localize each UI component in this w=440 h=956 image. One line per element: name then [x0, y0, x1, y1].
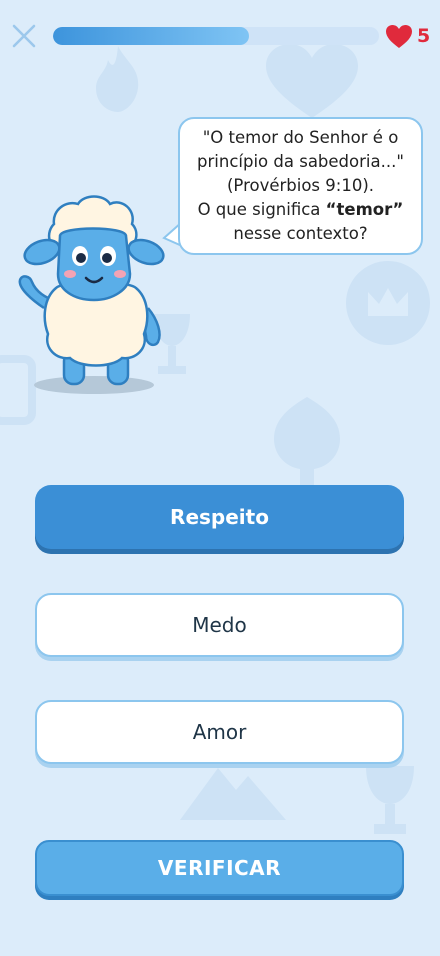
question-line-4-prefix: O que significa [197, 200, 326, 219]
verify-button-label: VERIFICAR [157, 856, 282, 880]
option-label: Medo [192, 613, 247, 637]
heart-icon [386, 24, 412, 48]
question-line-1: "O temor do Senhor é o [202, 128, 399, 147]
heart-bg-icon [266, 44, 358, 118]
verify-button[interactable]: VERIFICAR [35, 840, 404, 896]
option-amor[interactable]: Amor [35, 700, 404, 764]
tree-icon [274, 397, 340, 485]
question-bubble: "O temor do Senhor é o princípio da sabe… [178, 117, 423, 255]
option-label: Amor [192, 720, 247, 744]
question-line-5: nesse contexto? [233, 224, 368, 243]
option-respeito[interactable]: Respeito [35, 485, 404, 549]
progress-bar-fill [53, 27, 249, 45]
question-line-2: princípio da sabedoria..." [197, 152, 404, 171]
mountain-icon [180, 768, 286, 820]
lives-count: 5 [417, 25, 431, 47]
flame-icon [96, 46, 139, 112]
cup-bg-icon-2 [366, 766, 414, 834]
sheep-mascot [18, 195, 165, 394]
question-line-4: O que significa “temor” [198, 198, 404, 222]
crown-badge-icon [346, 261, 430, 345]
lives-counter: 5 [385, 22, 430, 50]
option-medo[interactable]: Medo [35, 593, 404, 657]
question-line-3: (Provérbios 9:10). [226, 176, 375, 195]
close-icon [12, 24, 36, 48]
option-label: Respeito [170, 505, 269, 529]
question-highlight: “temor” [325, 200, 404, 219]
progress-bar [53, 27, 379, 45]
close-button[interactable] [10, 22, 38, 50]
